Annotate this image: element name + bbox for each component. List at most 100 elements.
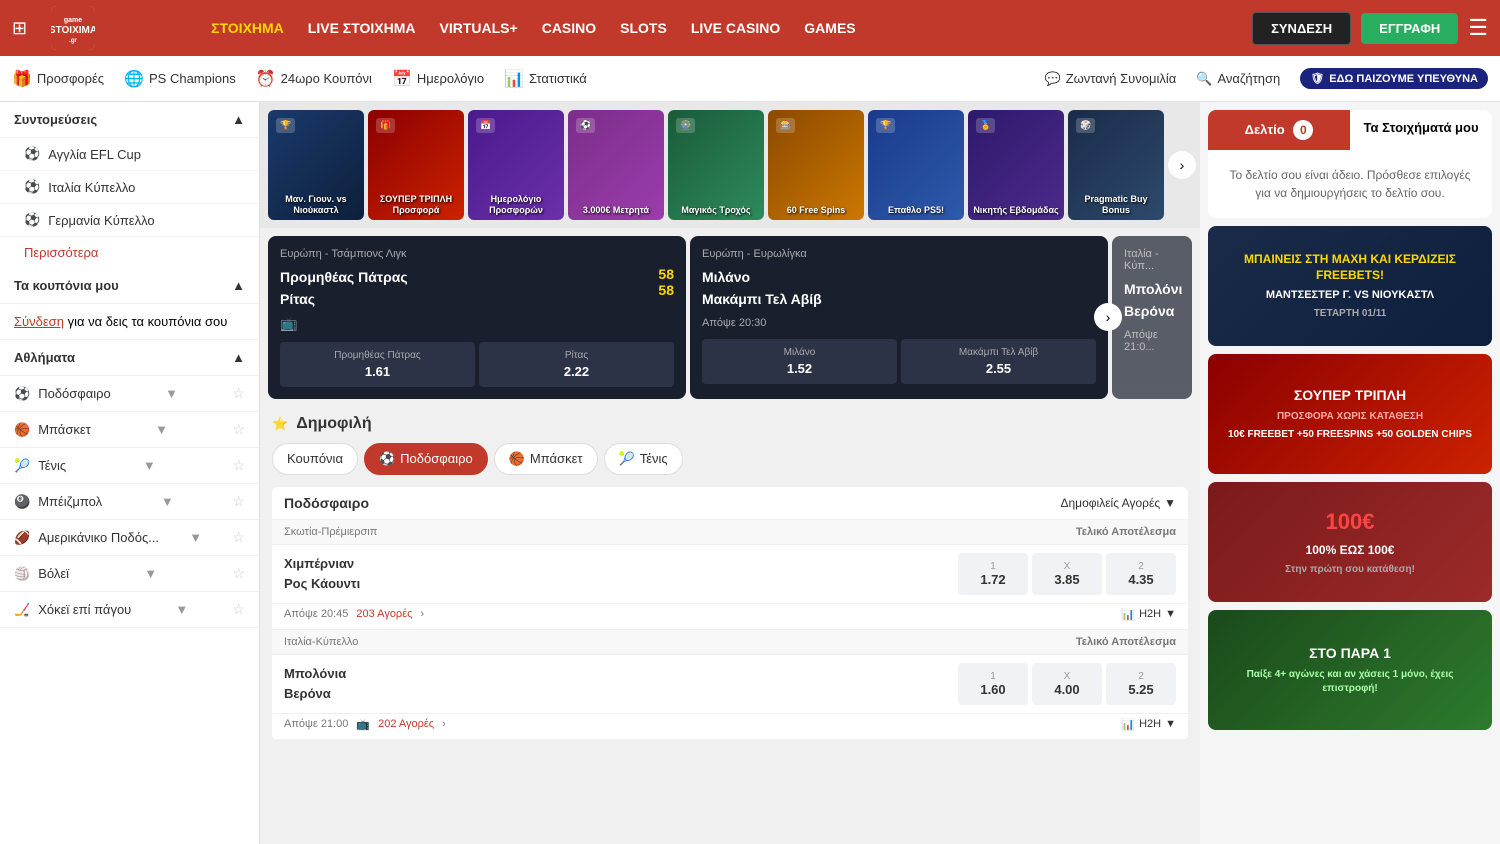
betting-section-football: Ποδόσφαιρο Δημοφιλείς Αγορές ▼ Σκωτία-Πρ…: [272, 487, 1188, 740]
match-1-markets[interactable]: 202 Αγορές: [378, 718, 434, 730]
match-2-time: Απόψε 21:0...: [1124, 329, 1180, 353]
match-0-bet-1[interactable]: Ρίτας 2.22: [479, 342, 674, 387]
sidebar-sport-volleyball[interactable]: 🏐 Βόλεϊ ▼ ☆: [0, 556, 259, 592]
promo-card-3[interactable]: ⚽ 3.000€ Μετρητά: [568, 110, 664, 220]
sidebar-sport-tennis[interactable]: 🎾 Τένις ▼ ☆: [0, 448, 259, 484]
ps-champions-nav-item[interactable]: 🌐 PS Champions: [124, 69, 236, 89]
match-0-markets[interactable]: 203 Αγορές: [356, 608, 412, 620]
match-row-1-team-names: Μπολόνια Βερόνα: [284, 664, 946, 703]
promo-card-8[interactable]: 🎲 Pragmatic Buy Bonus: [1068, 110, 1164, 220]
side-promo-3[interactable]: ΣΤΟ ΠΑΡΑ 1 Παίξε 4+ αγώνες και αν χάσεις…: [1208, 610, 1492, 730]
odd-1-1-value: 1.60: [980, 682, 1005, 697]
odd-0-2[interactable]: 2 4.35: [1106, 553, 1176, 595]
football-star[interactable]: ☆: [232, 385, 245, 402]
grid-icon[interactable]: ⊞: [12, 18, 27, 39]
more-shortcuts-link[interactable]: Περισσότερα: [0, 237, 259, 268]
side-promo-2[interactable]: 100€ 100% ΕΩΣ 100€ Στην πρώτη σου κατάθε…: [1208, 482, 1492, 602]
sidebar-item-italy-cup[interactable]: ⚽ Ιταλία Κύπελλο: [0, 171, 259, 204]
tab-football[interactable]: ⚽ Ποδόσφαιρο: [364, 443, 488, 475]
match-1-h2h[interactable]: 📊 H2H ▼: [1121, 718, 1176, 731]
sports-header[interactable]: Αθλήματα ▲: [0, 340, 259, 376]
volleyball-star[interactable]: ☆: [232, 565, 245, 582]
sidebar-sport-hockey[interactable]: 🏒 Χόκεϊ επί πάγου ▼ ☆: [0, 592, 259, 628]
sidebar-item-efl[interactable]: ⚽ Αγγλία EFL Cup: [0, 138, 259, 171]
live-chat-button[interactable]: 💬 Ζωντανή Συνομιλία: [1045, 71, 1177, 87]
responsible-gaming-button[interactable]: 🛡 ΕΔΩ ΠΑΙΖΟΥΜΕ ΥΠΕΥΘΥΝΑ: [1300, 68, 1488, 89]
nav-link-live-stoixima[interactable]: LIVE ΣΤΟΙΧΗΜΑ: [308, 20, 416, 36]
match-next-button[interactable]: ›: [1094, 303, 1122, 331]
league-0-name: Σκωτία-Πρέμιερσιπ: [284, 526, 377, 538]
nav-link-live-casino[interactable]: LIVE CASINO: [691, 20, 780, 36]
odd-1-1[interactable]: 1 1.60: [958, 663, 1028, 705]
tab-basketball[interactable]: 🏀 Μπάσκετ: [494, 443, 598, 475]
search-icon: 🔍: [1196, 71, 1212, 87]
my-bets-tab[interactable]: Τα Στοιχήματά μου: [1350, 110, 1492, 150]
american-football-icon: 🏈: [14, 530, 30, 546]
nav-link-casino[interactable]: CASINO: [542, 20, 596, 36]
match-0-h2h[interactable]: 📊 H2H ▼: [1121, 608, 1176, 621]
tennis-star[interactable]: ☆: [232, 457, 245, 474]
login-button[interactable]: ΣΥΝΔΕΣΗ: [1252, 12, 1351, 45]
nav-link-stoixima[interactable]: ΣΤΟΙΧΗΜΑ: [211, 20, 284, 36]
logo-icon[interactable]: game STOIXIMA .gr: [51, 6, 95, 50]
calendar-nav-item[interactable]: 📅 Ημερολόγιο: [392, 69, 484, 89]
login-link[interactable]: Σύνδεση: [14, 314, 64, 329]
hockey-star[interactable]: ☆: [232, 601, 245, 618]
search-button[interactable]: 🔍 Αναζήτηση: [1196, 71, 1280, 87]
promo-card-2[interactable]: 📅 Ημερολόγιο Προσφορών: [468, 110, 564, 220]
calendar-label: Ημερολόγιο: [417, 71, 484, 86]
match-1-bet-1[interactable]: Μακάμπι Τελ Αβίβ 2.55: [901, 339, 1096, 384]
odd-1-2[interactable]: 2 5.25: [1106, 663, 1176, 705]
sidebar-item-germany-cup[interactable]: ⚽ Γερμανία Κύπελλο: [0, 204, 259, 237]
promo-next-button[interactable]: ›: [1168, 151, 1196, 179]
match-0-score2: 58: [658, 282, 674, 298]
tab-coupons[interactable]: Κουπόνια: [272, 443, 358, 475]
baseball-chevron: ▼: [161, 494, 174, 509]
nav-link-virtuals[interactable]: VIRTUALS+: [440, 20, 518, 36]
popular-title: Δημοφιλή: [296, 415, 371, 433]
my-coupons-header[interactable]: Τα κουπόνια μου ▲: [0, 268, 259, 304]
popular-markets-dropdown[interactable]: Δημοφιλείς Αγορές ▼: [1060, 496, 1176, 510]
side-promo-2-subtitle: Στην πρώτη σου κατάθεση!: [1285, 563, 1415, 577]
tab-tennis[interactable]: 🎾 Τένις: [604, 443, 683, 475]
side-promo-1[interactable]: ΣΟΥΠΕΡ ΤΡΙΠΛΗ ΠΡΟΣΦΟΡΑ ΧΩΡΙΣ ΚΑΤΑΘΕΣΗ 10…: [1208, 354, 1492, 474]
hamburger-icon[interactable]: ☰: [1468, 15, 1488, 41]
my-bets-label: Τα Στοιχήματά μου: [1363, 120, 1478, 135]
sidebar-sport-baseball[interactable]: 🎱 Μπέιζμπολ ▼ ☆: [0, 484, 259, 520]
stats-nav-item[interactable]: 📊 Στατιστικά: [504, 69, 587, 89]
betting-section-title: Ποδόσφαιρο: [284, 495, 369, 511]
betslip-tab-active[interactable]: Δελτίο 0: [1208, 110, 1350, 150]
sidebar-sport-basketball[interactable]: 🏀 Μπάσκετ ▼ ☆: [0, 412, 259, 448]
promo-card-7[interactable]: 🏅 Νικητής Εβδομάδας: [968, 110, 1064, 220]
promo-card-0[interactable]: 🏆 Μαν. Γιουν. vs Νιούκαστλ: [268, 110, 364, 220]
american-football-star[interactable]: ☆: [232, 529, 245, 546]
sidebar-sport-football[interactable]: ⚽ Ποδόσφαιρο ▼ ☆: [0, 376, 259, 412]
odd-0-1[interactable]: 1 1.72: [958, 553, 1028, 595]
tennis-chevron: ▼: [143, 458, 156, 473]
promo-card-6[interactable]: 🏆 Επαθλο PS5!: [868, 110, 964, 220]
sidebar-sport-american-football[interactable]: 🏈 Αμερικάνικο Ποδός... ▼ ☆: [0, 520, 259, 556]
promo-card-5[interactable]: 🎰 60 Free Spins: [768, 110, 864, 220]
side-promo-0[interactable]: ΜΠΑΙΝΕΙΣ ΣΤΗ ΜΑΧΗ ΚΑΙ ΚΕΡΔΙΖΕΙΣ FREEBETS…: [1208, 226, 1492, 346]
match-0-bet-0[interactable]: Προμηθέας Πάτρας 1.61: [280, 342, 475, 387]
basketball-star[interactable]: ☆: [232, 421, 245, 438]
register-button[interactable]: ΕΓΓΡΑΦΗ: [1361, 13, 1458, 44]
shortcuts-header[interactable]: Συντομεύσεις ▲: [0, 102, 259, 138]
side-promo-1-title: ΣΟΥΠΕΡ ΤΡΙΠΛΗ: [1294, 386, 1406, 406]
match-1-team1: Μιλάνο: [702, 266, 1096, 288]
offers-nav-item[interactable]: 🎁 Προσφορές: [12, 69, 104, 89]
odd-0-2-label: 2: [1122, 561, 1160, 572]
match-1-bet-0[interactable]: Μιλάνο 1.52: [702, 339, 897, 384]
odd-1-x[interactable]: Χ 4.00: [1032, 663, 1102, 705]
ps-champions-icon: 🌐: [124, 69, 144, 89]
promo-card-1[interactable]: 🎁 ΣΟΥΠΕΡ ΤΡΙΠΛΗ Προσφορά: [368, 110, 464, 220]
odd-0-x[interactable]: Χ 3.85: [1032, 553, 1102, 595]
volleyball-chevron: ▼: [144, 566, 157, 581]
coupon-24h-nav-item[interactable]: ⏰ 24ωρο Κουπόνι: [256, 69, 372, 89]
nav-link-games[interactable]: GAMES: [804, 20, 855, 36]
clock-icon: ⏰: [256, 69, 276, 89]
promo-card-4[interactable]: 🎡 Μαγικός Τροχός: [668, 110, 764, 220]
match-2-team2: Βερόνα: [1124, 300, 1180, 322]
baseball-star[interactable]: ☆: [232, 493, 245, 510]
nav-link-slots[interactable]: SLOTS: [620, 20, 667, 36]
